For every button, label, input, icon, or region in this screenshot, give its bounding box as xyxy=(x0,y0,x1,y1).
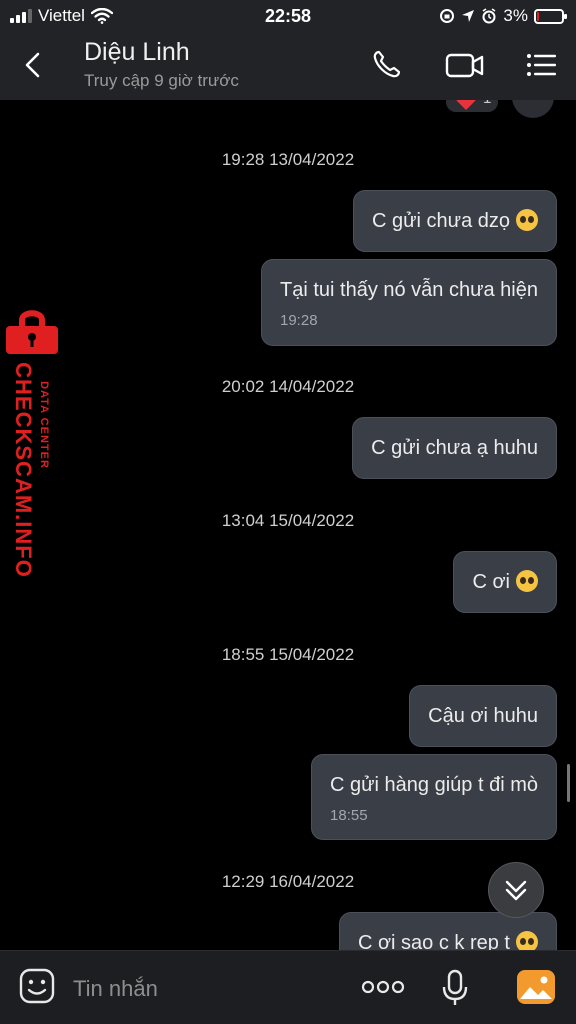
scrollbar[interactable] xyxy=(567,764,570,802)
message-bubble[interactable]: Tại tui thấy nó vẫn chưa hiện 19:28 xyxy=(261,259,557,346)
battery-percentage: 3% xyxy=(503,6,528,25)
reaction-count: 1 xyxy=(483,100,491,107)
heart-icon xyxy=(456,100,476,110)
rotation-lock-icon xyxy=(440,9,455,23)
padlock-icon xyxy=(6,310,58,354)
battery-icon xyxy=(534,8,567,24)
chat-thread[interactable]: 1 19:28 13/04/2022 C gửi chưa dzọ Tại tu… xyxy=(0,100,576,950)
system-status-group: 3% xyxy=(439,6,567,26)
photo-icon[interactable] xyxy=(516,969,556,1005)
scroll-to-bottom-button[interactable] xyxy=(488,862,544,918)
back-icon[interactable] xyxy=(18,50,48,80)
watermark-subtitle: DATA CENTER xyxy=(38,381,50,469)
date-separator: 18:55 15/04/2022 xyxy=(221,645,355,664)
battery-fill xyxy=(537,11,539,21)
message-bubble[interactable]: Cậu ơi huhu xyxy=(409,685,557,747)
watermark: DATA CENTER CHECKSCAM.INFO xyxy=(0,308,66,588)
pleading-face-emoji-icon xyxy=(516,209,538,231)
message-text: C ơi sao c k rep t xyxy=(357,932,510,950)
message-text: C gửi hàng giúp t đi mò xyxy=(330,774,538,796)
message-text: C gửi chưa ạ huhu xyxy=(371,437,538,459)
sticker-icon[interactable] xyxy=(18,967,56,1005)
message-text: C gửi chưa dzọ xyxy=(372,210,510,232)
message-bubble[interactable]: C gửi chưa dzọ xyxy=(353,190,557,252)
message-text: C ơi xyxy=(472,571,510,593)
message-text: Tại tui thấy nó vẫn chưa hiện xyxy=(280,279,538,301)
react-button[interactable] xyxy=(512,100,554,118)
pleading-face-emoji-icon xyxy=(516,570,538,592)
date-separator: 13:04 15/04/2022 xyxy=(221,511,355,530)
message-input-bar: Tin nhắn xyxy=(0,950,576,1024)
status-bar: Viettel 22:58 3% xyxy=(0,0,576,32)
chat-header: Diệu Linh Truy cập 9 giờ trước xyxy=(0,32,576,100)
message-bubble[interactable]: C ơi xyxy=(453,551,557,613)
date-separator: 20:02 14/04/2022 xyxy=(221,377,355,396)
contact-name[interactable]: Diệu Linh xyxy=(84,38,190,67)
message-text: Cậu ơi huhu xyxy=(428,705,538,727)
message-time: 18:55 xyxy=(330,807,368,824)
date-separator: 19:28 13/04/2022 xyxy=(221,150,355,169)
watermark-brand: CHECKSCAM.INFO xyxy=(11,362,36,578)
more-icon[interactable] xyxy=(360,977,406,997)
alarm-icon xyxy=(482,8,496,24)
contact-last-seen: Truy cập 9 giờ trước xyxy=(84,71,239,90)
location-icon xyxy=(462,10,475,22)
mic-icon[interactable] xyxy=(440,969,470,1007)
disappointed-face-emoji-icon xyxy=(516,931,538,950)
menu-icon[interactable] xyxy=(524,49,560,81)
video-call-icon[interactable] xyxy=(444,49,486,81)
phone-icon[interactable] xyxy=(370,49,406,81)
message-bubble[interactable]: C gửi chưa ạ huhu xyxy=(352,417,557,479)
message-time: 19:28 xyxy=(280,312,318,329)
message-bubble[interactable]: C gửi hàng giúp t đi mò 18:55 xyxy=(311,754,557,840)
double-chevron-down-icon xyxy=(505,880,527,901)
message-input[interactable]: Tin nhắn xyxy=(73,976,158,1002)
